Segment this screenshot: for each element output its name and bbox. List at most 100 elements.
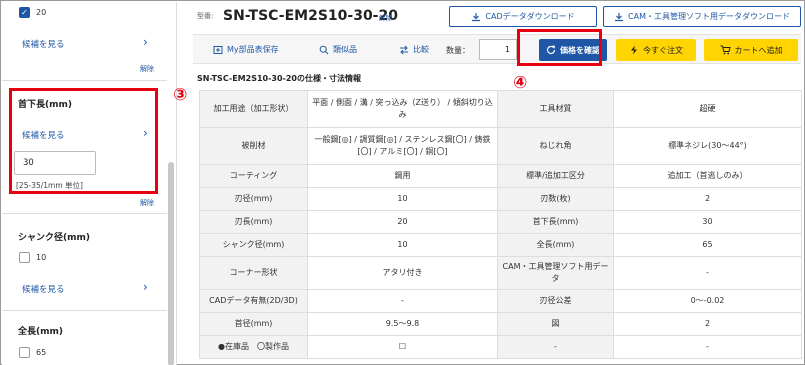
table-row: コーナー形状 アタリ付き CAM・工具管理ソフト用データ - [199,256,802,290]
quantity-label: 数量： [446,46,470,55]
download-icon [615,12,624,21]
spec-value-cell: 10 [307,233,498,257]
checkbox-checked-icon[interactable]: ✓ [19,7,30,18]
similar-label: 類似品 [333,45,357,54]
spec-value-cell: 65 [613,233,802,257]
filter-option-label: 65 [36,348,47,357]
spec-key-cell: 図 [497,312,614,336]
shank-candidates-link[interactable]: 候補を見る [22,283,65,295]
filter-option-65[interactable]: 65 [19,347,46,358]
spec-value-cell: 30 [613,210,802,234]
cam-download-button[interactable]: CAM・工具管理ソフト用データダウンロード [603,6,801,27]
download-icon [472,12,481,21]
shank-diameter-heading: シャンク径(mm) [18,233,90,243]
spec-key-cell: コーティング [199,164,308,188]
table-row: 被削材 一般鋼[◎] / 調質鋼[◎] / ステンレス鋼[〇] / 鋳鉄[〇] /… [199,127,802,165]
spec-value-cell: - [613,335,802,359]
filter-option-label: 20 [36,8,47,17]
spec-value-cell: 鋼用 [307,164,498,188]
filter-option-10[interactable]: 10 [19,252,46,263]
compare-icon [400,45,408,54]
spec-key-cell: シャンク径(mm) [199,233,308,257]
chevron-right-icon[interactable]: › [143,280,148,294]
checkbox-icon[interactable] [19,347,30,358]
divider [2,80,167,81]
highlight-box-check-price [517,29,602,66]
spec-key-cell: 全長(mm) [497,233,614,257]
spec-key-cell: CADデータ有無(2D/3D) [199,289,308,313]
order-now-label: 今すぐ注文 [643,45,683,55]
model-release-link[interactable]: 解除 [379,12,392,22]
spec-value-cell: 追加工（首逃しのみ） [613,164,802,188]
spec-key-cell: - [497,335,614,359]
spec-key-cell: コーナー形状 [199,256,308,290]
spec-key-cell: 被削材 [199,127,308,165]
table-row: コーティング 鋼用 標準/追加工区分 追加工（首逃しのみ） [199,164,802,188]
spec-value-cell: 超硬 [613,90,802,128]
spec-value-cell: ☐ [307,335,498,359]
compare-label: 比較 [413,45,429,54]
order-now-button[interactable]: 今すぐ注文 [616,39,696,61]
cam-download-label: CAM・工具管理ソフト用データダウンロード [628,12,790,21]
spec-value-cell: 標準ネジレ(30～44°) [613,127,802,165]
spec-key-cell: 首径(mm) [199,312,308,336]
model-name: SN-TSC-EM2S10-30-20 [223,8,398,24]
action-toolbar: My部品表保存 類似品 比較 数量： 1 価格を確認 今すぐ注文 カートへ追加 [193,34,801,64]
spec-key-cell: 刃数(枚) [497,187,614,211]
table-row: CADデータ有無(2D/3D) - 刃径公差 0～-0.02 [199,289,802,313]
highlight-box-neck-length [9,88,158,194]
cad-download-button[interactable]: CADデータダウンロード [449,6,597,27]
spec-value-cell: - [307,289,498,313]
spec-key-cell: 刃径(mm) [199,187,308,211]
add-to-cart-label: カートへ追加 [734,45,783,55]
spec-value-cell: - [613,256,802,290]
total-length-heading: 全長(mm) [18,327,63,337]
add-to-cart-button[interactable]: カートへ追加 [704,39,798,61]
spec-key-cell: 刃長(mm) [199,210,308,234]
spec-key-cell: 標準/追加工区分 [497,164,614,188]
save-parts-button[interactable]: My部品表保存 [213,44,279,55]
lightning-icon [631,45,637,55]
divider [2,213,167,214]
table-row: ●在庫品 〇製作品 ☐ - - [199,335,802,359]
spec-value-cell: 20 [307,210,498,234]
spec-key-cell: 刃径公差 [497,289,614,313]
spec-section-title: SN-TSC-EM2S10-30-20の仕様・寸法情報 [197,74,361,83]
spec-table: 加工用途（加工形状） 平面 / 側面 / 溝 / 突っ込み（Z送り） / 傾斜切り… [199,90,802,359]
checkbox-icon[interactable] [19,252,30,263]
reset-link[interactable]: 解除 [140,64,154,74]
spec-value-cell: アタリ付き [307,256,498,290]
quantity-input[interactable]: 1 [479,39,517,60]
sidebar-scrollbar[interactable] [168,162,174,365]
spec-key-cell: 工具材質 [497,90,614,128]
spec-value-cell: 2 [613,312,802,336]
table-row: 刃径(mm) 10 刃数(枚) 2 [199,187,802,211]
spec-key-cell: CAM・工具管理ソフト用データ [497,256,614,290]
spec-value-cell: 平面 / 側面 / 溝 / 突っ込み（Z送り） / 傾斜切り込み [307,90,498,128]
search-icon [319,45,329,54]
table-row: 首径(mm) 9.5～9.8 図 2 [199,312,802,336]
save-parts-label: My部品表保存 [227,45,279,54]
divider [2,310,167,311]
cad-download-label: CADデータダウンロード [485,12,575,21]
model-label: 型番: [197,12,214,20]
spec-value-cell: 0～-0.02 [613,289,802,313]
neck-length-reset-link[interactable]: 解除 [140,198,154,208]
cart-icon [720,45,731,55]
table-row: 刃長(mm) 20 首下長(mm) 30 [199,210,802,234]
spec-value-cell: 2 [613,187,802,211]
chevron-right-icon[interactable]: › [143,35,148,49]
spec-value-cell: 9.5～9.8 [307,312,498,336]
spec-key-cell: ●在庫品 〇製作品 [199,335,308,359]
filter-option-20[interactable]: ✓ 20 [19,7,46,18]
similar-button[interactable]: 類似品 [319,44,357,55]
product-main: 型番: SN-TSC-EM2S10-30-20 解除 CADデータダウンロード … [179,1,805,365]
spec-key-cell: 加工用途（加工形状） [199,90,308,128]
table-row: シャンク径(mm) 10 全長(mm) 65 [199,233,802,257]
window-frame: ✓ 20 候補を見る › 解除 首下長(mm) 候補を見る › 30 [25-3… [0,0,805,365]
compare-button[interactable]: 比較 [399,44,429,55]
candidates-link[interactable]: 候補を見る [22,38,65,50]
spec-key-cell: 首下長(mm) [497,210,614,234]
spec-value-cell: 10 [307,187,498,211]
save-list-icon [213,45,223,54]
